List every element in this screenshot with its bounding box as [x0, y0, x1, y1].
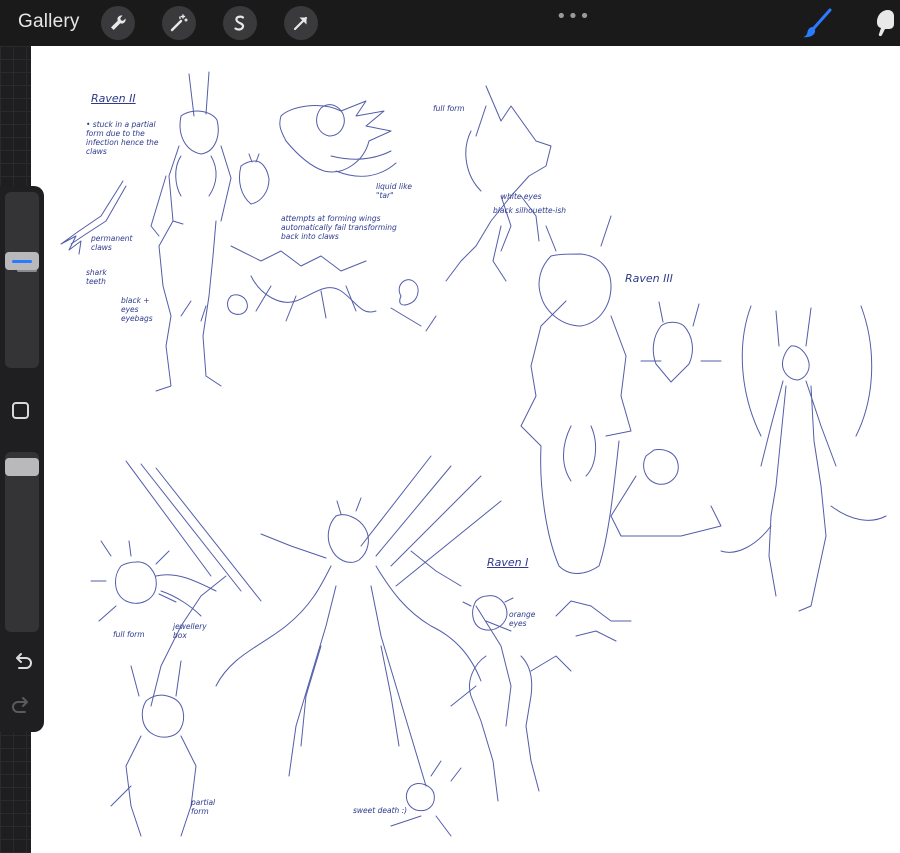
brush-size-thumb[interactable]: [5, 252, 39, 271]
top-toolbar: Gallery •••: [0, 0, 900, 46]
white-eyes-note: white eyes: [501, 192, 542, 201]
raven2-description: • stuck in a partial form due to the inf…: [86, 120, 159, 156]
black-eyes-note: black + eyes eyebags: [121, 296, 153, 323]
redo-icon[interactable]: [10, 694, 34, 718]
wrench-icon[interactable]: [101, 6, 135, 40]
gallery-button[interactable]: Gallery: [18, 11, 80, 33]
partial-form-note: partial form: [191, 798, 216, 816]
square-icon[interactable]: [12, 402, 29, 419]
transform-arrow-icon[interactable]: [284, 6, 318, 40]
brush-opacity-thumb[interactable]: [5, 458, 39, 477]
sketch-drawing: [60, 71, 887, 837]
drawing-canvas[interactable]: Raven II • stuck in a partial form due t…: [31, 46, 900, 853]
brush-size-slider[interactable]: [5, 192, 39, 368]
undo-icon[interactable]: [10, 650, 34, 674]
wings-attempt-note: attempts at forming wings automatically …: [281, 214, 397, 241]
full-form-top-note: full form: [433, 104, 465, 113]
brush-icon[interactable]: [800, 8, 834, 40]
full-form-bottom-note: full form: [113, 630, 145, 639]
brush-opacity-slider[interactable]: [5, 452, 39, 632]
raven1-title: Raven I: [487, 556, 529, 569]
liquid-note: liquid like "tar": [376, 182, 413, 200]
jewellery-box-note: jewellery box: [173, 622, 207, 640]
more-options-dots[interactable]: •••: [556, 6, 591, 27]
shark-teeth-note: shark teeth: [86, 268, 107, 286]
smudge-icon[interactable]: [872, 6, 900, 40]
brush-sidebar: [0, 186, 44, 732]
permanent-claws-note: permanent claws: [91, 234, 133, 252]
size-thumb-accent: [12, 259, 32, 263]
orange-eyes-note: orange eyes: [509, 610, 536, 628]
raven3-title: Raven III: [625, 272, 673, 285]
black-silhouette-note: black silhouette-ish: [493, 206, 567, 215]
magic-wand-icon[interactable]: [162, 6, 196, 40]
raven2-title: Raven II: [91, 92, 136, 105]
sweet-death-note: sweet death :): [353, 806, 408, 815]
selection-icon[interactable]: [223, 6, 257, 40]
